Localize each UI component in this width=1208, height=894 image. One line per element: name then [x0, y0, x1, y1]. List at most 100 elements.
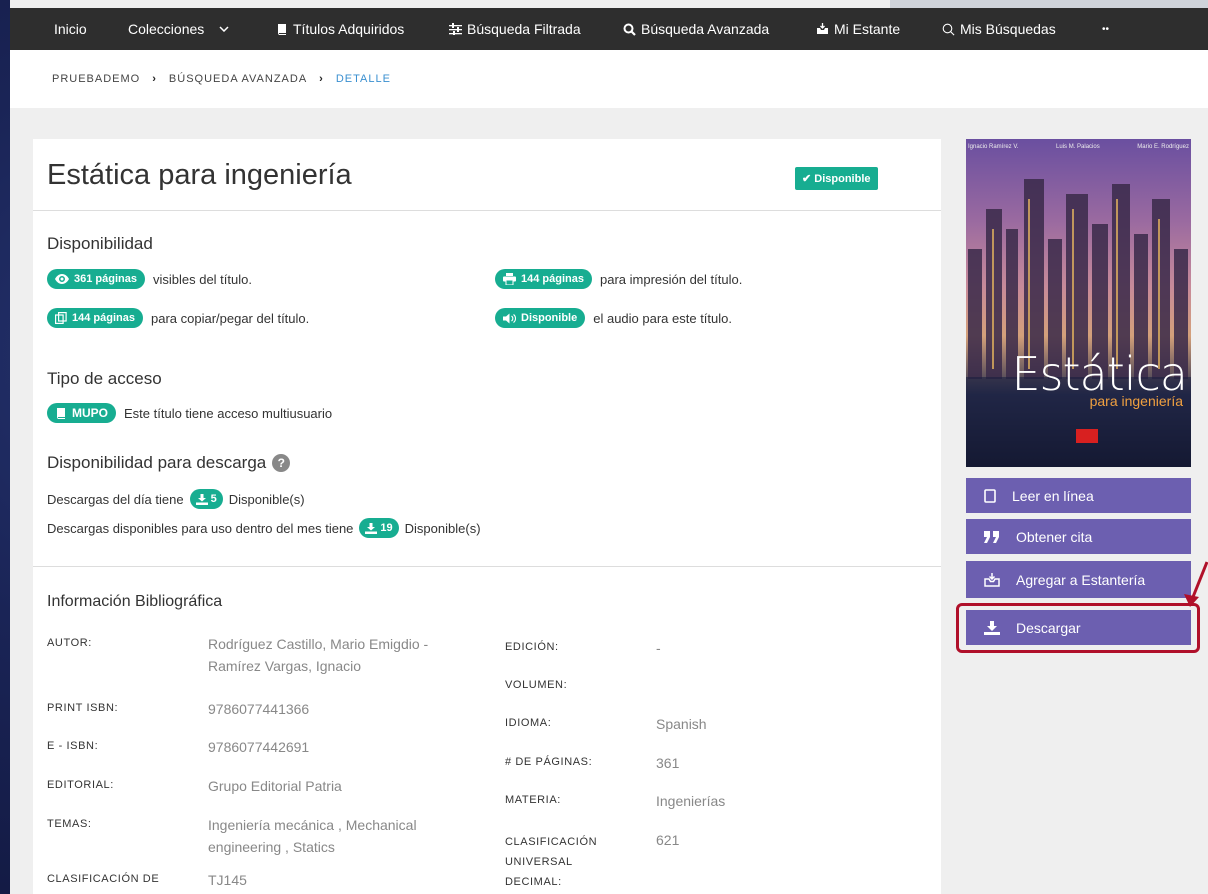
read-online-label: Leer en línea [1012, 487, 1094, 504]
nav-mi-estante[interactable]: Mi Estante [816, 21, 900, 37]
publisher-logo [1076, 429, 1098, 443]
pages-copy-count: 144 páginas [72, 312, 135, 324]
audio-pill: Disponible [495, 308, 586, 328]
nav-mis-busquedas[interactable]: Mis Búsquedas [942, 21, 1056, 37]
access-type: MUPO [72, 406, 108, 420]
materia-label: MATERIA: [505, 794, 561, 806]
materia-value: Ingenierías [656, 793, 726, 809]
editorial-label: EDITORIAL: [47, 779, 114, 791]
pages-copy-pill: 144 páginas [47, 308, 143, 328]
print-isbn-label: PRINT ISBN: [47, 702, 119, 714]
autor-label: AUTOR: [47, 637, 92, 649]
cdu-value: 621 [656, 832, 680, 848]
download-day-count: 5 [210, 493, 217, 505]
cdu-label-line-2: UNIVERSAL [505, 856, 573, 868]
autor-value: Rodríguez Castillo, Mario Emigdio - Ramí… [208, 633, 428, 677]
nav-colecciones-label: Colecciones [128, 21, 205, 37]
pages-visible-row: 361 páginas visibles del título. [47, 269, 252, 289]
pages-visible-count: 361 páginas [74, 273, 137, 285]
eye-icon [55, 274, 69, 284]
cover-subtitle: para ingeniería [1089, 393, 1183, 409]
pages-visible-pill: 361 páginas [47, 269, 145, 289]
breadcrumb-home[interactable]: PRUEBADEMO [52, 73, 140, 85]
nav-more[interactable]: •• [1102, 24, 1109, 35]
idioma-label: IDIOMA: [505, 717, 552, 729]
nav-busqueda-filtrada[interactable]: Búsqueda Filtrada [449, 21, 581, 37]
autor-line-2: Ramírez Vargas, Ignacio [208, 658, 362, 674]
eisbn-value: 9786077442691 [208, 739, 310, 755]
city-skyline-image [966, 179, 1191, 467]
search-icon [623, 23, 636, 36]
clasif-bib-label: CLASIFICACIÓN DE [47, 873, 160, 885]
cdu-label: CLASIFICACIÓN UNIVERSAL DECIMAL: [505, 832, 597, 892]
nav-inicio-label: Inicio [54, 21, 87, 37]
audio-text: el audio para este título. [593, 310, 732, 326]
access-heading: Tipo de acceso [47, 369, 162, 388]
access-text: Este título tiene acceso multiusuario [124, 405, 333, 421]
print-isbn-value: 9786077441366 [208, 701, 310, 717]
download-heading: Disponibilidad para descarga ? [47, 453, 291, 473]
nav-avanzada-label: Búsqueda Avanzada [641, 21, 770, 37]
sliders-icon [449, 23, 462, 35]
app-frame: Inicio Colecciones Títulos Adquiridos Bú… [10, 0, 1208, 894]
pages-print-row: 144 páginas para impresión del título. [495, 269, 742, 289]
chevron-right-icon: › [319, 73, 324, 85]
copy-icon [55, 312, 67, 324]
pages-visible-text: visibles del título. [152, 271, 252, 287]
audio-row: Disponible el audio para este título. [495, 308, 732, 328]
paginas-value: 361 [656, 755, 680, 771]
nav-busquedas-label: Mis Búsquedas [960, 21, 1056, 37]
pages-copy-text: para copiar/pegar del título. [150, 310, 310, 326]
read-online-button[interactable]: Leer en línea [966, 478, 1191, 513]
shelf-inbox-icon [817, 23, 828, 34]
breadcrumb-search[interactable]: BÚSQUEDA AVANZADA [169, 73, 307, 85]
pages-copy-row: 144 páginas para copiar/pegar del título… [47, 308, 309, 328]
chevron-down-icon [219, 26, 229, 32]
get-citation-label: Obtener cita [1016, 528, 1093, 545]
audio-status: Disponible [521, 312, 578, 324]
nav-filtrada-label: Búsqueda Filtrada [467, 21, 581, 37]
clasif-bib-value: TJ145 [208, 872, 247, 888]
get-citation-button[interactable]: Obtener cita [966, 519, 1191, 554]
help-icon[interactable]: ? [272, 454, 291, 472]
download-month-row: Descargas disponibles para uso dentro de… [47, 518, 481, 538]
pages-print-text: para impresión del título. [599, 271, 743, 287]
nav-titulos-adquiridos[interactable]: Títulos Adquiridos [276, 21, 404, 37]
eisbn-label: E - ISBN: [47, 740, 99, 752]
page-title: Estática para ingeniería [47, 159, 352, 191]
search-outline-icon [942, 23, 955, 35]
nav-colecciones[interactable]: Colecciones [128, 21, 229, 37]
nav-inicio[interactable]: Inicio [54, 21, 87, 37]
add-to-shelf-button[interactable]: Agregar a Estantería [966, 561, 1191, 598]
book-cover[interactable]: Ignacio Ramírez V. Luis M. Palacios Mari… [966, 139, 1191, 467]
access-pill: MUPO [47, 403, 116, 423]
add-to-shelf-label: Agregar a Estantería [1016, 571, 1146, 588]
download-month-count: 19 [380, 522, 393, 534]
highlight-box [956, 603, 1200, 653]
download-heading-label: Disponibilidad para descarga [47, 453, 267, 472]
temas-label: TEMAS: [47, 818, 92, 830]
temas-line-2: engineering , Statics [208, 839, 335, 855]
download-day-row: Descargas del día tiene 5 Disponible(s) [47, 489, 305, 509]
quote-icon [984, 530, 999, 543]
more-icon: •• [1102, 23, 1110, 35]
status-badge: ✔ Disponible [795, 167, 878, 190]
download-day-pill: 5 [189, 489, 223, 509]
edicion-value: - [656, 640, 661, 656]
top-strip [890, 0, 1208, 8]
download-month-prefix: Descargas disponibles para uso dentro de… [47, 520, 354, 536]
idioma-value: Spanish [656, 716, 707, 732]
editorial-value: Grupo Editorial Patria [208, 778, 342, 794]
title-row: Estática para ingeniería ✔ Disponible [33, 139, 941, 211]
cdu-label-line-3: DECIMAL: [505, 876, 562, 888]
section-divider [33, 566, 941, 567]
availability-heading: Disponibilidad [47, 234, 153, 253]
download-day-suffix: Disponible(s) [228, 491, 305, 507]
pages-print-pill: 144 páginas [495, 269, 592, 289]
shelf-inbox-icon [984, 572, 1000, 587]
volume-icon [503, 313, 516, 323]
check-icon: ✔ [802, 173, 812, 185]
nav-busqueda-avanzada[interactable]: Búsqueda Avanzada [623, 21, 769, 37]
pages-print-count: 144 páginas [521, 273, 584, 285]
book-icon [56, 408, 65, 419]
